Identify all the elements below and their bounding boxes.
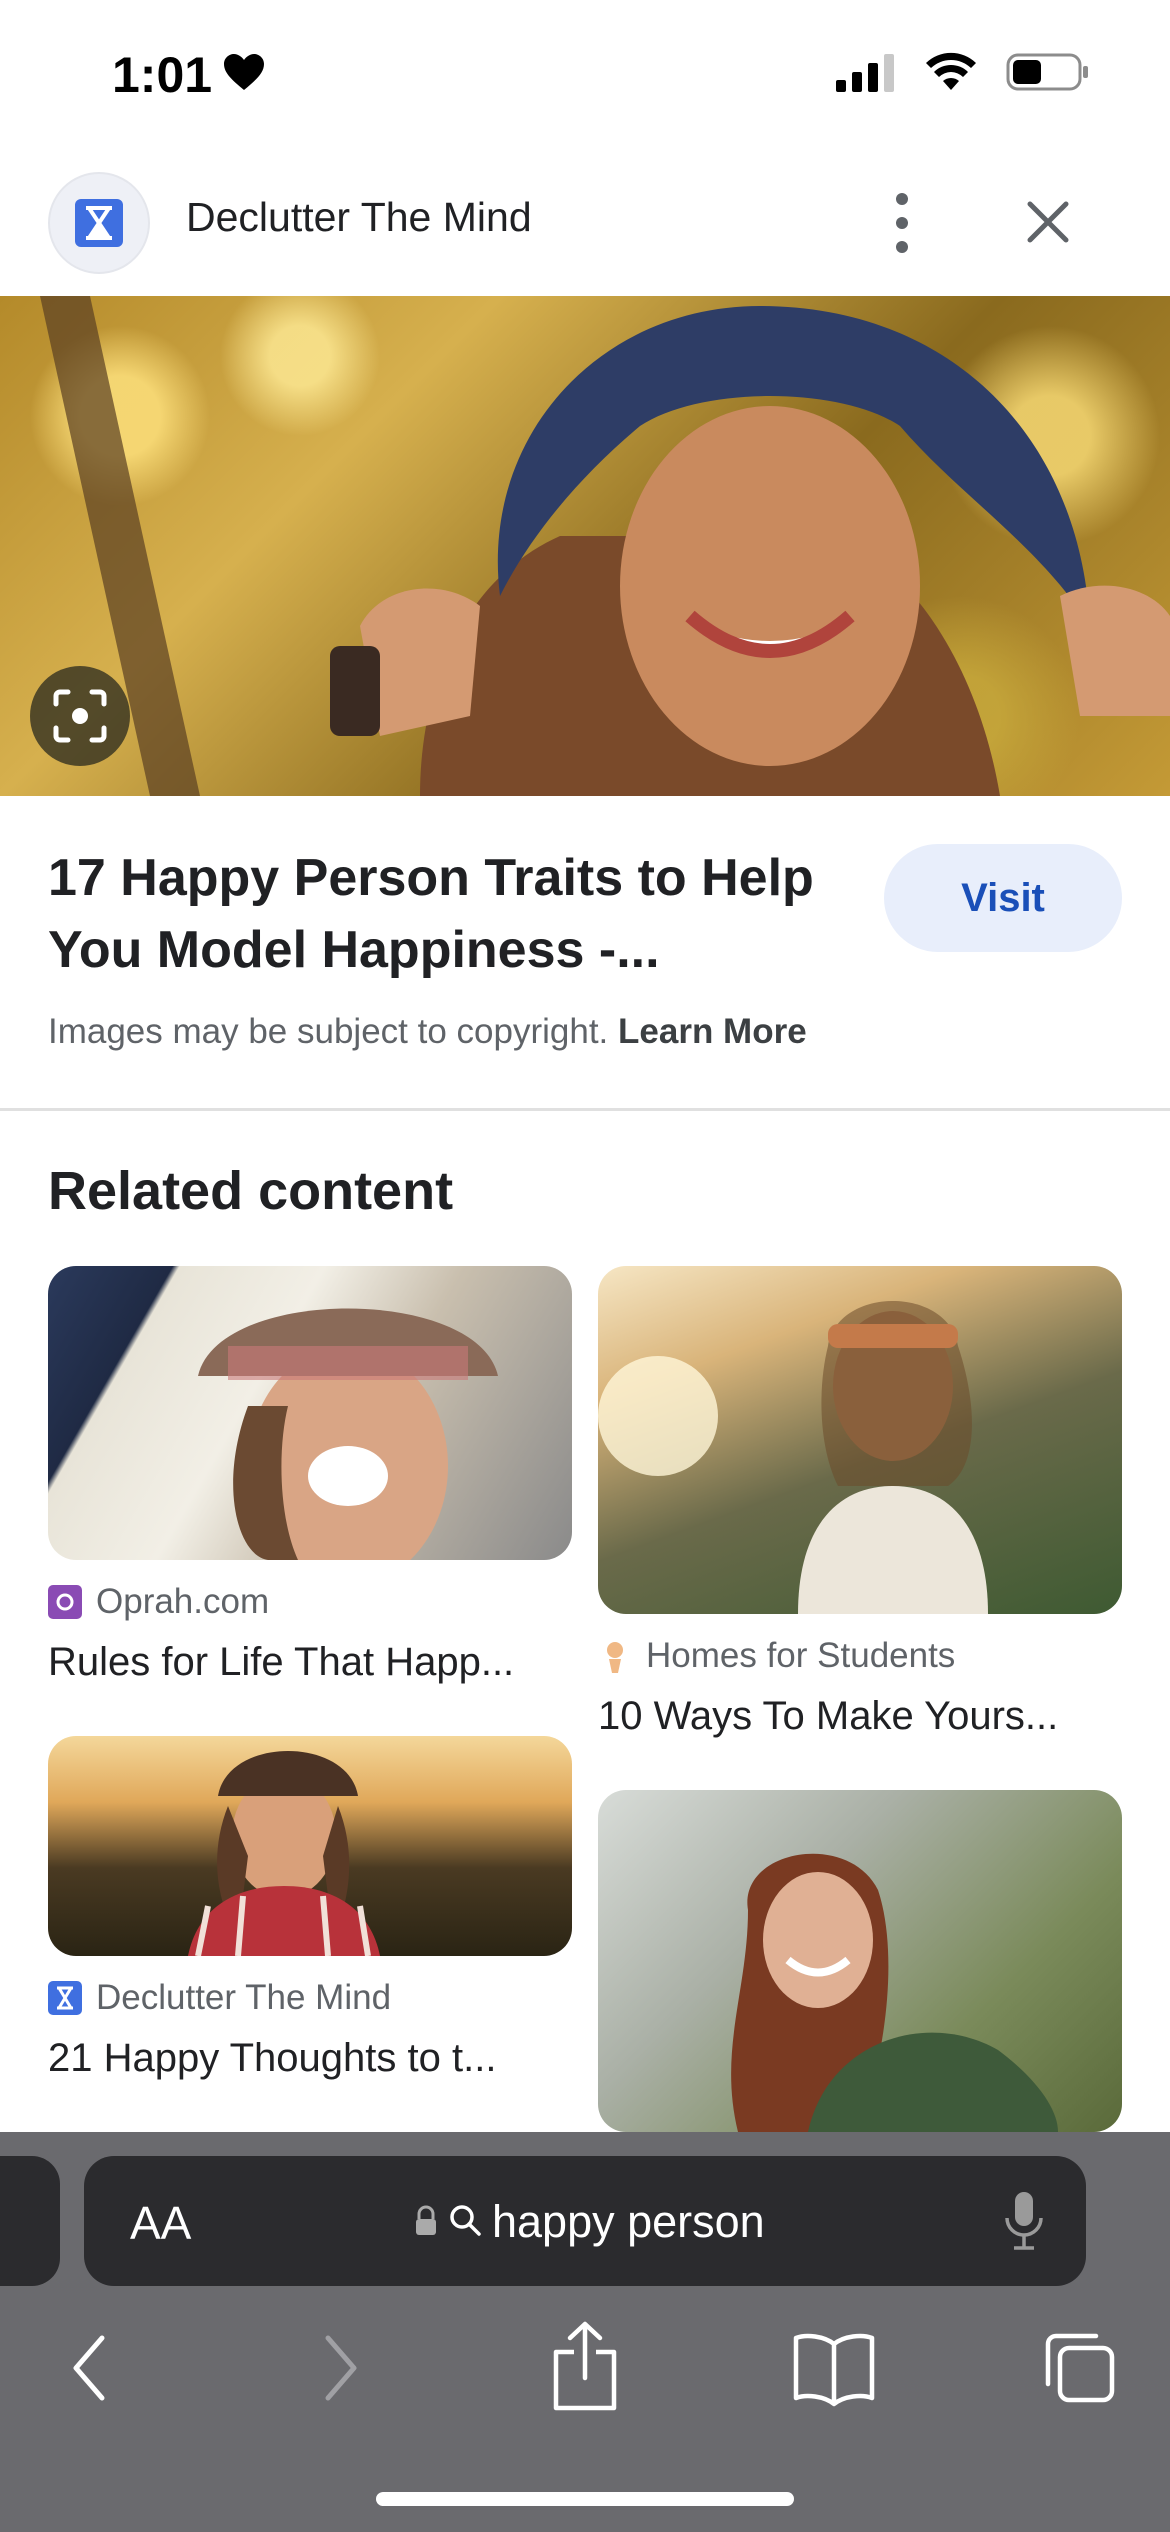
share-icon[interactable] [548,2318,638,2419]
main-image[interactable] [0,296,1170,796]
related-source-3-label: Declutter The Mind [96,1978,392,2017]
main-image-illustration [40,296,1170,796]
result-title[interactable]: 17 Happy Person Traits to Help You Model… [48,842,848,986]
tabs-icon[interactable] [1040,2328,1130,2413]
related-title-1[interactable]: Rules for Life That Happ... [48,1640,572,1685]
hourglass-favicon-icon [48,1981,82,2015]
hourglass-icon [75,199,123,247]
homes-for-students-favicon-icon [598,1639,632,1673]
learn-more-link[interactable]: Learn More [618,1012,807,1051]
related-heading: Related content [48,1161,454,1221]
divider [0,1108,1170,1111]
mic-icon[interactable] [1002,2190,1046,2252]
lock-icon [414,2196,438,2248]
related-source-2-label: Homes for Students [646,1636,956,1675]
home-indicator[interactable] [376,2492,794,2506]
text-size-label: AA [130,2197,192,2249]
site-title[interactable]: Declutter The Mind [186,194,532,241]
status-icons [836,52,1090,97]
related-source-1-label: Oprah.com [96,1582,270,1621]
related-image-2-illustration [598,1301,988,1614]
time-label: 1:01 [112,47,213,103]
status-bar: 1:01 [0,0,1170,150]
signal-icon [836,52,896,97]
related-title-3[interactable]: 21 Happy Thoughts to t... [48,2036,572,2081]
battery-icon [1006,52,1090,97]
browser-toolbar: AA happy person [0,2132,1170,2532]
heart-icon [222,46,266,104]
copyright-notice: Images may be subject to copyright. Lear… [48,1012,807,1052]
close-icon[interactable] [1016,190,1080,254]
lens-icon[interactable] [30,666,130,766]
related-image-4-illustration [731,1853,1058,2132]
text-size-button[interactable]: AA [130,2196,191,2250]
result-title-line2: You Model Happiness -... [48,921,660,979]
related-title-2[interactable]: 10 Ways To Make Yours... [598,1694,1122,1739]
url-text: happy person [492,2196,765,2247]
forward-icon[interactable] [310,2328,400,2413]
wifi-icon [924,52,978,97]
search-icon [448,2196,482,2248]
related-source-2[interactable]: Homes for Students [598,1636,955,1676]
related-image-3-illustration [188,1751,380,1956]
site-logo[interactable] [48,172,150,274]
url-display[interactable]: happy person [414,2196,765,2248]
related-image-2[interactable] [598,1266,1122,1614]
more-vert-icon[interactable] [872,188,932,258]
related-image-3[interactable] [48,1736,572,1956]
status-time: 1:01 [112,46,266,104]
previous-tab-stub[interactable] [0,2156,60,2286]
copyright-text: Images may be subject to copyright. [48,1012,609,1051]
related-source-3[interactable]: Declutter The Mind [48,1978,391,2018]
related-image-1[interactable] [48,1266,572,1560]
result-title-line1: 17 Happy Person Traits to Help [48,849,814,907]
back-icon[interactable] [60,2328,150,2413]
address-bar[interactable]: AA happy person [84,2156,1086,2286]
related-image-4[interactable] [598,1790,1122,2132]
related-image-1-illustration [198,1308,498,1560]
bookmarks-icon[interactable] [790,2328,880,2413]
oprah-favicon-icon [48,1585,82,1619]
viewer-header: Declutter The Mind [0,150,1170,296]
related-source-1[interactable]: Oprah.com [48,1582,269,1622]
visit-button[interactable]: Visit [884,844,1122,952]
